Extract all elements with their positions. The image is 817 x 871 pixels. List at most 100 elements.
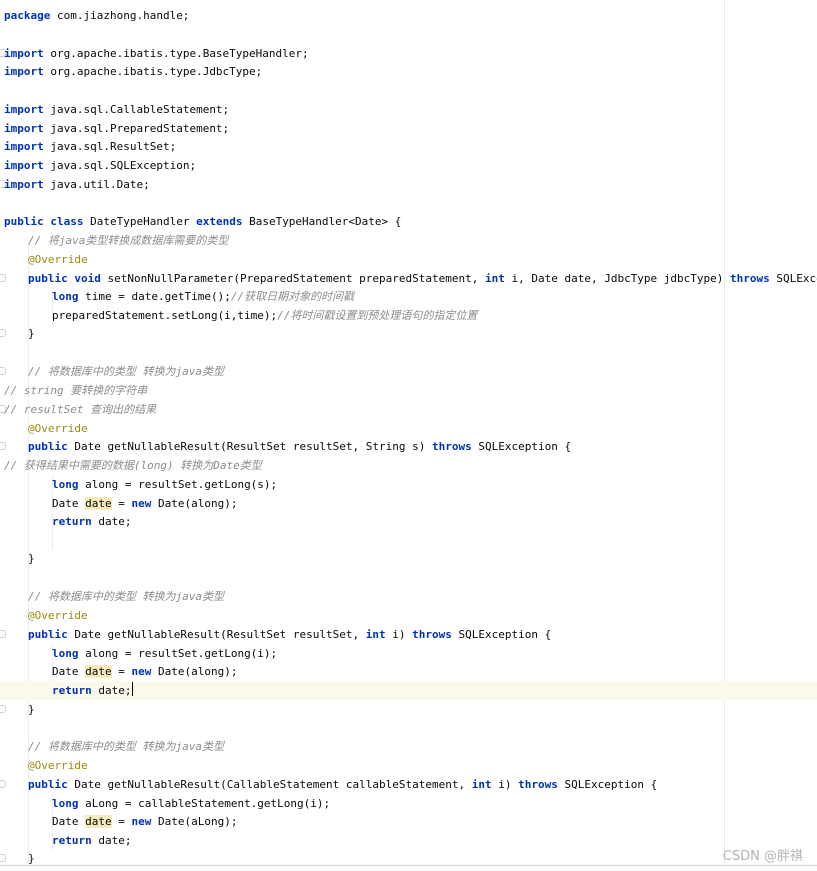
code-line[interactable]: long time = date.getTime();//获取日期对象的时间戳 (0, 287, 817, 306)
code-line[interactable]: import java.sql.SQLException; (0, 156, 817, 175)
code-line[interactable]: return date; (0, 831, 817, 850)
keyword: new (131, 665, 152, 678)
code-line[interactable]: } (0, 324, 817, 343)
code-line[interactable]: public Date getNullableResult(CallableSt… (0, 775, 817, 794)
code-text: = (111, 497, 132, 510)
comment: // 将数据库中的类型 转换为java类型 (28, 740, 224, 753)
keyword: long (52, 797, 79, 810)
keyword: import (4, 65, 44, 78)
keyword: public (28, 778, 68, 791)
comment: //将时间戳设置到预处理语句的指定位置 (277, 309, 478, 322)
code-line[interactable]: public void setNonNullParameter(Prepared… (0, 269, 817, 288)
code-line[interactable]: public Date getNullableResult(ResultSet … (0, 437, 817, 456)
keyword: int (484, 272, 505, 285)
comment: // resultSet 查询出的结果 (4, 403, 157, 416)
code-line[interactable]: long along = resultSet.getLong(i); (0, 644, 817, 663)
code-text: Date (52, 497, 86, 510)
code-line[interactable]: // 获得结果中需要的数据(long) 转换为Date类型 (0, 456, 817, 475)
comment: // 获得结果中需要的数据(long) 转换为Date类型 (4, 459, 262, 472)
keyword: public (28, 272, 68, 285)
keyword: return (52, 515, 92, 528)
fold-marker-icon[interactable] (0, 780, 6, 788)
code-line[interactable]: } (0, 700, 817, 719)
code-text: DateTypeHandler (83, 215, 197, 228)
code-text: along = resultSet.getLong(i); (78, 647, 278, 660)
code-line[interactable]: import java.sql.PreparedStatement; (0, 119, 817, 138)
keyword: public (4, 215, 44, 228)
code-text: preparedStatement.setLong(i,time); (52, 309, 278, 322)
keyword: long (52, 290, 79, 303)
code-text: SQLException { (557, 778, 658, 791)
code-line[interactable]: // string 要转换的字符串 (0, 381, 817, 400)
usage-highlight: date (85, 665, 112, 678)
comment: // 将java类型转换成数据库需要的类型 (28, 234, 229, 247)
code-line[interactable]: @Override (0, 250, 817, 269)
code-text: i) (491, 778, 519, 791)
code-line[interactable]: Date date = new Date(aLong); (0, 812, 817, 831)
code-text: date; (91, 515, 132, 528)
code-text: time = date.getTime(); (78, 290, 231, 303)
current-code-line[interactable]: return date; (0, 681, 817, 700)
code-line[interactable]: import java.sql.ResultSet; (0, 137, 817, 156)
code-text: java.sql.PreparedStatement; (43, 122, 230, 135)
usage-highlight: date (85, 497, 112, 510)
keyword: import (4, 103, 44, 116)
code-text: Date (52, 665, 86, 678)
keyword: import (4, 159, 44, 172)
keyword: new (131, 497, 152, 510)
code-line[interactable]: long along = resultSet.getLong(s); (0, 475, 817, 494)
code-line[interactable]: @Override (0, 606, 817, 625)
code-line[interactable]: return date; (0, 512, 817, 531)
code-text: i, Date date, JdbcType jdbcType) (504, 272, 731, 285)
code-line[interactable]: @Override (0, 419, 817, 438)
code-line[interactable]: package com.jiazhong.handle; (0, 6, 817, 25)
code-line[interactable]: Date date = new Date(along); (0, 662, 817, 681)
code-line[interactable]: // 将数据库中的类型 转换为java类型 (0, 587, 817, 606)
watermark: CSDN @胖祺 (722, 849, 803, 864)
annotation: @Override (28, 422, 88, 435)
code-line[interactable]: import org.apache.ibatis.type.JdbcType; (0, 62, 817, 81)
code-line[interactable]: long aLong = callableStatement.getLong(i… (0, 794, 817, 813)
code-text: } (28, 703, 35, 716)
code-text: SQLException { (451, 628, 552, 641)
code-line[interactable]: // resultSet 查询出的结果 (0, 400, 817, 419)
code-line[interactable]: preparedStatement.setLong(i,time);//将时间戳… (0, 306, 817, 325)
code-line[interactable]: import java.sql.CallableStatement; (0, 100, 817, 119)
code-line[interactable]: public class DateTypeHandler extends Bas… (0, 212, 817, 231)
code-text: java.sql.ResultSet; (43, 140, 177, 153)
code-text: org.apache.ibatis.type.JdbcType; (43, 65, 263, 78)
code-text: Date getNullableResult(ResultSet resultS… (67, 440, 432, 453)
fold-marker-icon[interactable] (0, 630, 6, 638)
keyword: package (4, 9, 51, 22)
code-text: Date (52, 815, 86, 828)
code-line[interactable]: @Override (0, 756, 817, 775)
code-line[interactable]: import java.util.Date; (0, 175, 817, 194)
fold-marker-icon[interactable] (0, 442, 6, 450)
code-text: Date(aLong); (151, 815, 238, 828)
code-text: org.apache.ibatis.type.BaseTypeHandler; (43, 47, 309, 60)
code-line[interactable]: Date date = new Date(along); (0, 494, 817, 513)
fold-marker-icon[interactable] (0, 274, 6, 282)
annotation: @Override (28, 759, 88, 772)
fold-marker-icon[interactable] (0, 705, 6, 713)
keyword: void (74, 272, 101, 285)
code-editor[interactable]: package com.jiazhong.handle; import org.… (0, 0, 817, 866)
keyword: import (4, 47, 44, 60)
fold-marker-icon[interactable] (0, 329, 6, 337)
keyword: long (52, 478, 79, 491)
code-line[interactable]: // 将数据库中的类型 转换为java类型 (0, 362, 817, 381)
code-line[interactable]: // 将数据库中的类型 转换为java类型 (0, 737, 817, 756)
code-line[interactable]: public Date getNullableResult(ResultSet … (0, 625, 817, 644)
fold-marker-icon[interactable] (0, 367, 6, 375)
fold-marker-icon[interactable] (0, 854, 6, 862)
code-line[interactable]: import org.apache.ibatis.type.BaseTypeHa… (0, 44, 817, 63)
code-line[interactable]: } (0, 849, 817, 866)
code-line[interactable]: // 将java类型转换成数据库需要的类型 (0, 231, 817, 250)
code-line[interactable]: } (0, 549, 817, 568)
keyword: import (4, 178, 44, 191)
code-text: BaseTypeHandler<Date> { (242, 215, 402, 228)
code-text: = (111, 665, 132, 678)
code-text: java.util.Date; (43, 178, 150, 191)
keyword: throws (412, 628, 452, 641)
keyword: extends (196, 215, 243, 228)
